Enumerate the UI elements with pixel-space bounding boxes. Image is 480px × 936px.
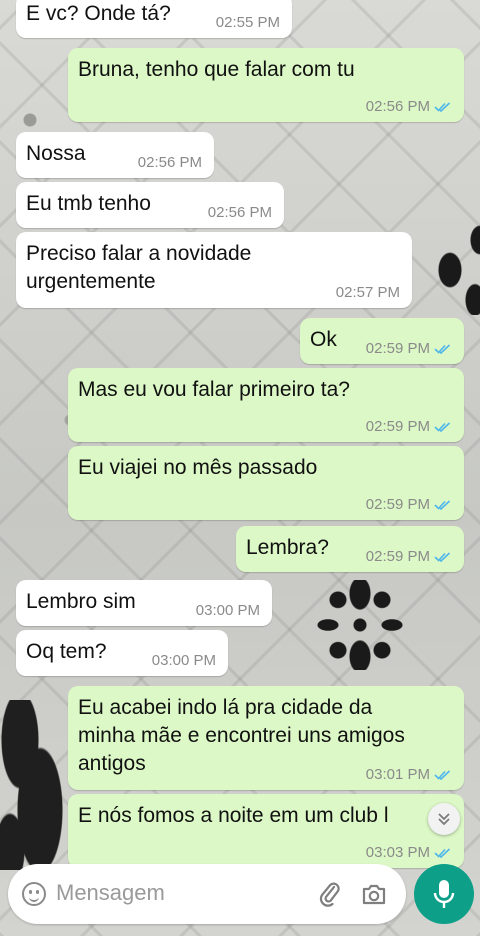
message-text: Mas eu vou falar primeiro ta? (78, 378, 350, 401)
message-incoming[interactable]: Preciso falar a novidade urgentemente 02… (16, 232, 412, 308)
message-text: Lembra? (246, 536, 329, 559)
message-text: Eu acabei indo lá pra cidade da minha mã… (78, 696, 405, 775)
double-check-icon (434, 500, 451, 511)
message-incoming[interactable]: Nossa 02:56 PM (16, 132, 214, 178)
message-text: Ok (310, 328, 337, 351)
emoji-icon[interactable] (22, 882, 46, 906)
message-incoming[interactable]: Eu tmb tenho 02:56 PM (16, 182, 284, 228)
message-outgoing[interactable]: Eu viajei no mês passado 02:59 PM (68, 446, 464, 520)
message-text: Eu tmb tenho (26, 192, 151, 215)
message-time: 02:55 PM (215, 14, 280, 31)
message-time: 02:57 PM (335, 284, 400, 301)
message-incoming[interactable]: Lembro sim 03:00 PM (16, 580, 272, 626)
chevron-double-down-icon (438, 813, 450, 826)
camera-icon[interactable] (361, 882, 387, 906)
message-time: 03:00 PM (195, 602, 260, 619)
message-time: 03:00 PM (151, 652, 216, 669)
message-time: 02:56 PM (366, 98, 452, 116)
paperclip-icon[interactable] (318, 881, 342, 907)
message-outgoing[interactable]: Eu acabei indo lá pra cidade da minha mã… (68, 686, 464, 790)
message-incoming[interactable]: Oq tem? 03:00 PM (16, 630, 228, 676)
double-check-icon (434, 344, 451, 355)
message-text: Oq tem? (26, 640, 107, 663)
double-check-icon (434, 770, 451, 781)
message-text: Preciso falar a novidade urgentemente (26, 242, 252, 293)
microphone-icon (433, 880, 455, 908)
message-text: Lembro sim (26, 590, 136, 613)
message-incoming[interactable]: E vc? Onde tá? 02:55 PM (16, 0, 292, 38)
message-outgoing[interactable]: Mas eu vou falar primeiro ta? 02:59 PM (68, 368, 464, 442)
message-time: 02:59 PM (366, 548, 452, 566)
double-check-icon (434, 552, 451, 563)
double-check-icon (434, 848, 451, 859)
message-time: 02:59 PM (366, 418, 452, 436)
double-check-icon (434, 102, 451, 113)
message-outgoing[interactable]: Lembra? 02:59 PM (236, 526, 464, 572)
message-text: Eu viajei no mês passado (78, 456, 318, 479)
message-outgoing[interactable]: Ok 02:59 PM (300, 318, 464, 364)
message-list[interactable]: E vc? Onde tá? 02:55 PM Bruna, tenho que… (0, 0, 480, 936)
message-outgoing[interactable]: Bruna, tenho que falar com tu 02:56 PM (68, 48, 464, 122)
message-text: E nós fomos a noite em um club l (78, 804, 389, 827)
message-text: Bruna, tenho que falar com tu (78, 58, 355, 81)
message-time: 03:01 PM (366, 766, 452, 784)
message-composer[interactable]: Mensagem (8, 864, 406, 924)
message-time: 03:03 PM (366, 844, 452, 862)
message-input[interactable]: Mensagem (56, 880, 165, 906)
message-time: 02:56 PM (207, 204, 272, 221)
double-check-icon (434, 422, 451, 433)
message-time: 02:59 PM (366, 496, 452, 514)
message-time: 02:59 PM (366, 340, 452, 358)
message-outgoing[interactable]: E nós fomos a noite em um club l 03:03 P… (68, 794, 464, 868)
scroll-to-bottom-button[interactable] (428, 803, 460, 835)
voice-record-button[interactable] (414, 864, 474, 924)
message-time: 02:56 PM (137, 154, 202, 171)
message-text: E vc? Onde tá? (26, 2, 171, 25)
message-text: Nossa (26, 142, 86, 165)
